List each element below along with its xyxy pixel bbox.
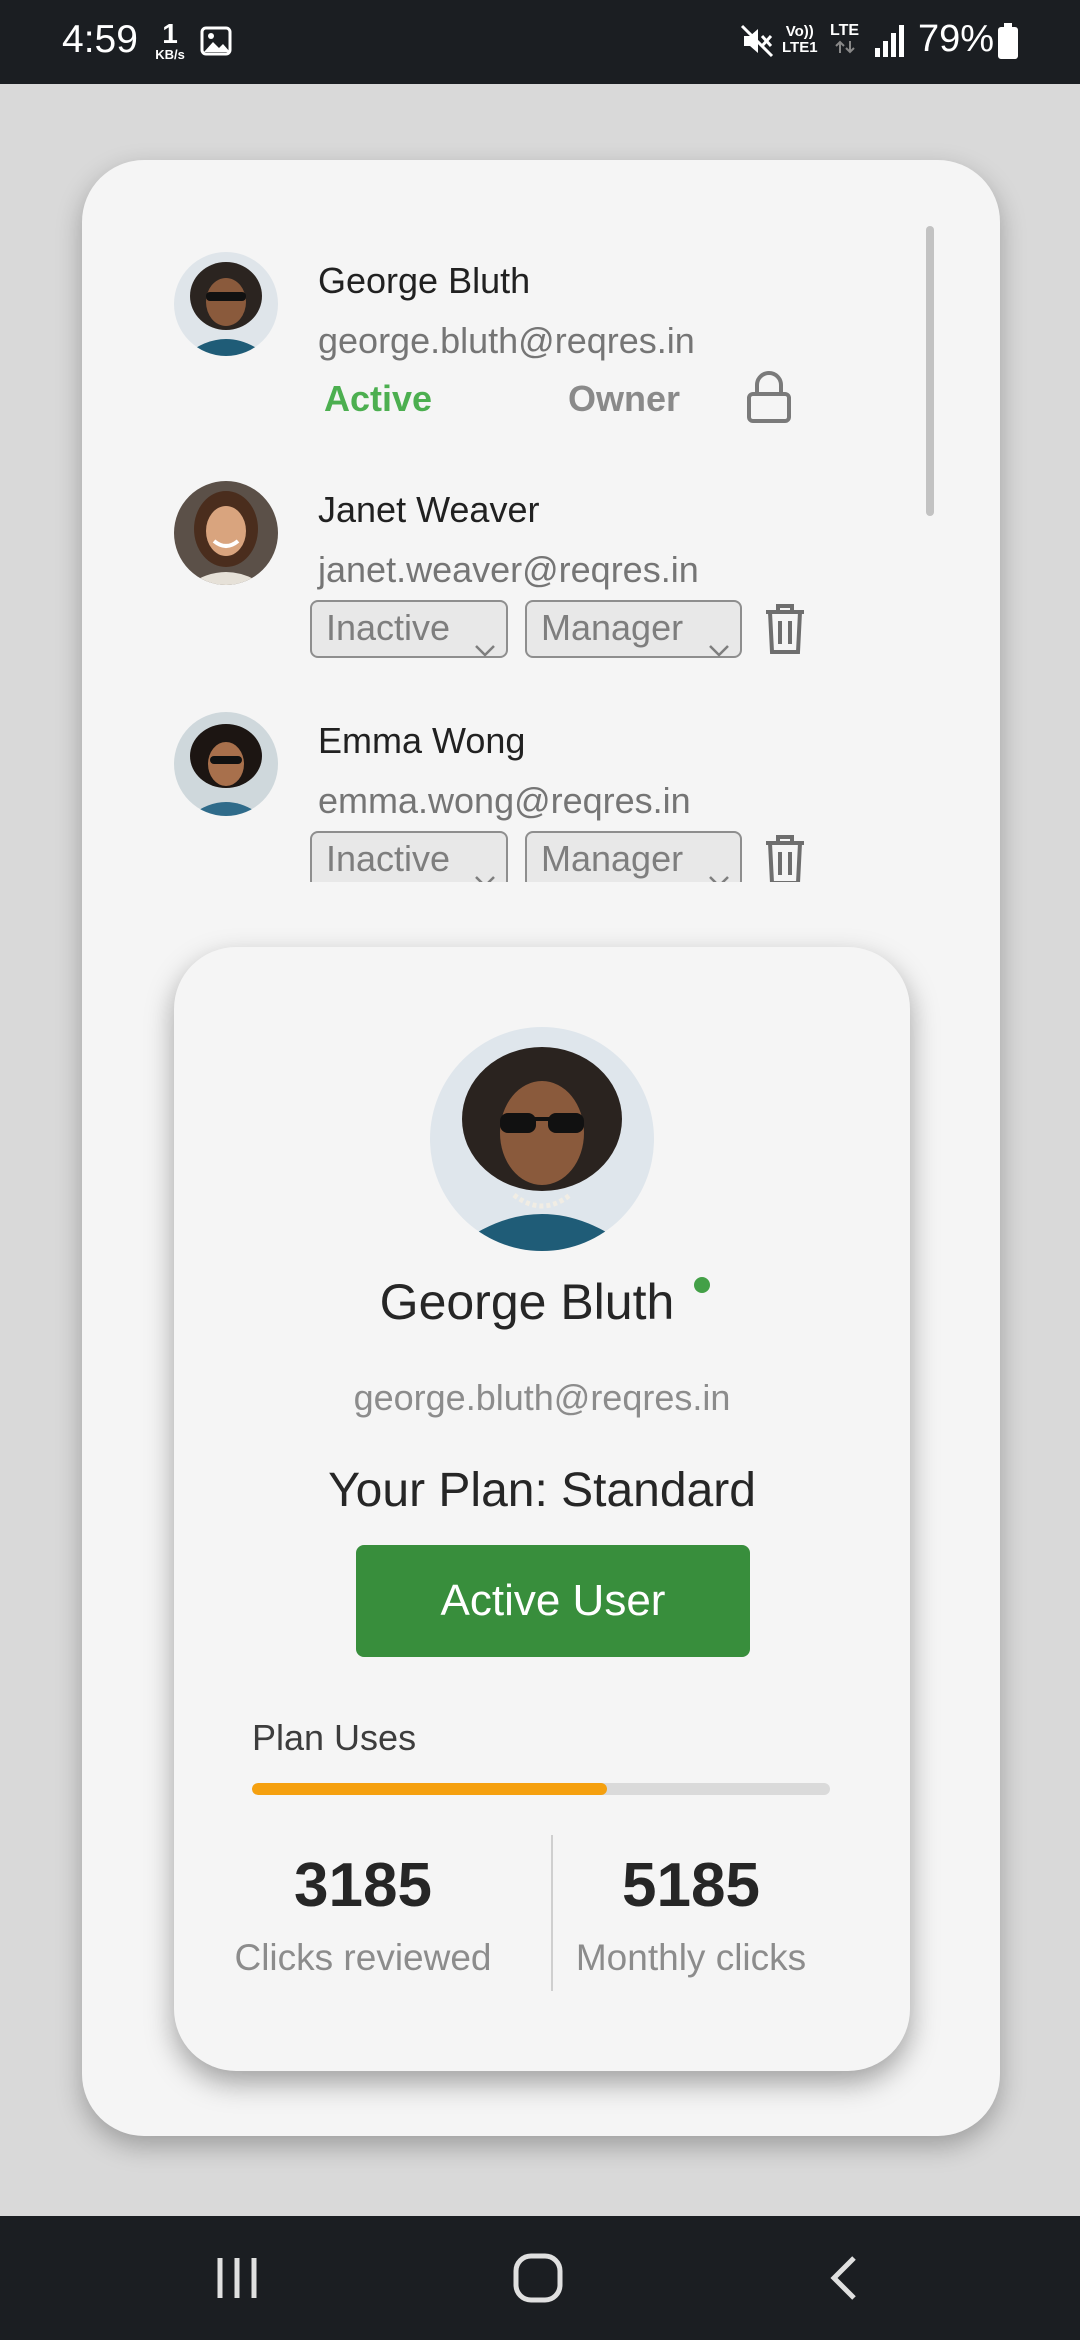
user-name: George Bluth bbox=[318, 260, 531, 301]
plan-uses-progress bbox=[252, 1783, 830, 1795]
mute-icon bbox=[740, 24, 774, 63]
back-icon[interactable] bbox=[826, 2254, 860, 2307]
lte-indicator: LTE bbox=[830, 22, 859, 59]
volte-line1: Vo)) bbox=[785, 23, 814, 40]
network-speed-value: 1 bbox=[162, 18, 178, 49]
active-user-button[interactable]: Active User bbox=[356, 1545, 750, 1657]
volte-line2: LTE1 bbox=[782, 39, 818, 56]
status-time: 4:59 bbox=[62, 18, 138, 61]
battery-icon bbox=[997, 22, 1019, 65]
plan-uses-progress-fill bbox=[252, 1783, 607, 1795]
plan-title: Your Plan: Standard bbox=[328, 1464, 756, 1517]
trash-icon[interactable] bbox=[764, 834, 806, 882]
user-name: Janet Weaver bbox=[318, 489, 540, 530]
image-icon bbox=[200, 26, 232, 61]
network-speed-unit: KB/s bbox=[155, 47, 185, 62]
clicks-reviewed-label: Clicks reviewed bbox=[234, 1937, 492, 1978]
role-dropdown[interactable]: Manager bbox=[525, 831, 742, 882]
user-email: emma.wong@reqres.in bbox=[318, 780, 691, 821]
clicks-reviewed-stat: 3185 Clicks reviewed bbox=[218, 1849, 508, 1979]
navigation-bar bbox=[0, 2216, 1080, 2340]
profile-card: George Bluth george.bluth@reqres.in Your… bbox=[174, 947, 910, 2071]
clicks-reviewed-value: 3185 bbox=[294, 1851, 432, 1920]
online-status-dot bbox=[694, 1277, 710, 1293]
user-email: janet.weaver@reqres.in bbox=[318, 549, 699, 590]
lte-label: LTE bbox=[830, 22, 860, 39]
volte-indicator: Vo)) LTE1 bbox=[782, 24, 818, 56]
signal-icon bbox=[874, 24, 906, 63]
user-row-janet[interactable]: Janet Weaver janet.weaver@reqres.in Inac… bbox=[82, 389, 1000, 658]
plan-uses-label: Plan Uses bbox=[252, 1717, 417, 1758]
monthly-clicks-value: 5185 bbox=[622, 1851, 760, 1920]
battery-percent: 79% bbox=[918, 18, 995, 60]
avatar bbox=[174, 252, 278, 356]
monthly-clicks-label: Monthly clicks bbox=[575, 1937, 807, 1978]
profile-email: george.bluth@reqres.in bbox=[353, 1377, 731, 1418]
monthly-clicks-stat: 5185 Monthly clicks bbox=[546, 1849, 836, 1979]
profile-name: George Bluth bbox=[379, 1274, 675, 1330]
chevron-down-icon bbox=[708, 851, 730, 882]
status-dropdown[interactable]: Inactive bbox=[310, 831, 508, 882]
user-row-george[interactable]: George Bluth george.bluth@reqres.in Acti… bbox=[82, 160, 1000, 423]
avatar bbox=[174, 481, 278, 585]
status-dropdown-value: Inactive bbox=[326, 838, 451, 879]
chevron-down-icon bbox=[474, 851, 496, 882]
user-row-emma[interactable]: Emma Wong emma.wong@reqres.in Inactive M… bbox=[82, 620, 1000, 882]
recents-icon[interactable] bbox=[214, 2256, 260, 2305]
home-icon[interactable] bbox=[512, 2252, 564, 2309]
network-speed: 1 KB/s bbox=[150, 18, 190, 62]
avatar bbox=[174, 712, 278, 816]
role-dropdown-value: Manager bbox=[541, 838, 684, 879]
status-bar: 4:59 1 KB/s Vo)) LTE1 LTE 79% bbox=[0, 0, 1080, 84]
profile-avatar bbox=[430, 1027, 654, 1251]
user-name: Emma Wong bbox=[318, 720, 526, 761]
user-list[interactable]: George Bluth george.bluth@reqres.in Acti… bbox=[82, 160, 1000, 882]
user-email: george.bluth@reqres.in bbox=[318, 320, 695, 361]
